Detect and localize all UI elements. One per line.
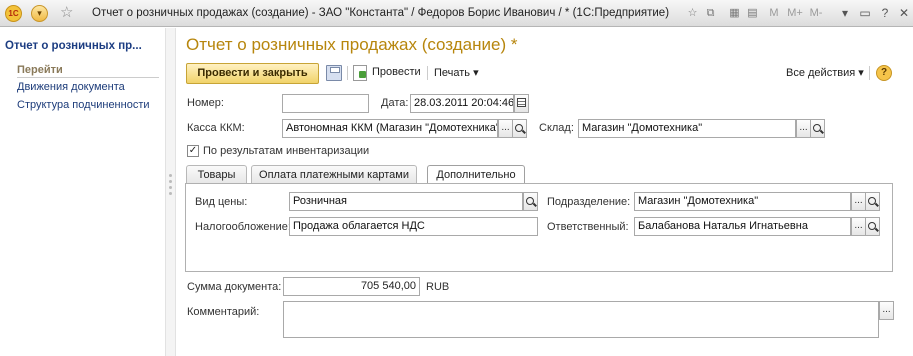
sklad-field[interactable]: Магазин "Домотехника" — [578, 119, 796, 138]
toolbar-separator — [869, 66, 870, 80]
post-and-close-button[interactable]: Провести и закрыть — [186, 63, 319, 84]
tax-field[interactable]: Продажа облагается НДС — [289, 217, 538, 236]
help-button[interactable]: ? — [876, 65, 892, 81]
app-logo-icon[interactable]: 1С — [5, 5, 22, 22]
tab-additional[interactable]: Дополнительно — [427, 165, 525, 185]
window-title: Отчет о розничных продажах (создание) - … — [92, 7, 670, 19]
calendar-picker-icon[interactable] — [514, 94, 529, 113]
responsible-open-icon[interactable] — [865, 217, 880, 236]
memory-mminus-button[interactable]: M- — [806, 4, 826, 22]
all-actions-button[interactable]: Все действия ▾ — [786, 66, 864, 79]
responsible-select-button[interactable]: ... — [851, 217, 866, 236]
link-icon[interactable]: ⧉ — [702, 4, 719, 22]
responsible-field[interactable]: Балабанова Наталья Игнатьевна — [634, 217, 851, 236]
sidebar-link-movements[interactable]: Движения документа — [17, 81, 125, 93]
calendar-icon[interactable]: ▤ — [744, 4, 761, 22]
department-select-button[interactable]: ... — [851, 192, 866, 211]
sum-label: Сумма документа: — [187, 281, 282, 293]
save-icon[interactable] — [326, 65, 342, 81]
responsible-label: Ответственный: — [547, 221, 629, 233]
sidebar-title[interactable]: Отчет о розничных пр... — [5, 40, 142, 52]
comment-expand-button[interactable]: ... — [879, 301, 894, 320]
kassa-open-icon[interactable] — [512, 119, 527, 138]
inventory-checkbox[interactable]: ✓ — [187, 145, 199, 157]
panel-splitter[interactable] — [165, 28, 176, 356]
close-icon[interactable]: ✕ — [895, 3, 913, 23]
kassa-select-button[interactable]: ... — [498, 119, 513, 138]
memory-m-button[interactable]: M — [764, 4, 784, 22]
toolbar-separator — [347, 66, 348, 80]
number-field[interactable] — [282, 94, 369, 113]
tab-goods[interactable]: Товары — [186, 165, 247, 184]
favorites-star-icon[interactable]: ☆ — [60, 4, 73, 22]
print-button[interactable]: Печать ▾ — [434, 66, 479, 79]
comment-field[interactable] — [283, 301, 879, 338]
memory-mplus-button[interactable]: M+ — [784, 4, 806, 22]
restore-icon[interactable]: ▭ — [856, 3, 874, 23]
date-label: Дата: — [381, 97, 409, 109]
sidebar-link-structure[interactable]: Структура подчиненности — [17, 99, 150, 111]
window-titlebar: 1С ▾ ☆ Отчет о розничных продажах (созда… — [0, 0, 913, 27]
inventory-label[interactable]: По результатам инвентаризации — [203, 145, 369, 157]
toolbar-separator — [427, 66, 428, 80]
price-type-label: Вид цены: — [195, 196, 248, 208]
navigation-panel: Отчет о розничных пр... Перейти Движения… — [0, 28, 165, 356]
form-title: Отчет о розничных продажах (создание) * — [186, 35, 518, 54]
help-icon[interactable]: ? — [876, 3, 894, 23]
currency-label: RUB — [426, 281, 450, 293]
post-button[interactable]: Провести — [372, 66, 421, 78]
number-label: Номер: — [187, 97, 224, 109]
minimize-icon[interactable]: ▾ — [836, 3, 854, 23]
kassa-label: Касса ККМ: — [187, 122, 245, 134]
department-label: Подразделение: — [547, 196, 631, 208]
comment-label: Комментарий: — [187, 306, 260, 318]
sidebar-goto-header: Перейти — [17, 64, 159, 78]
price-type-search-icon[interactable] — [523, 192, 538, 211]
kassa-field[interactable]: Автономная ККМ (Магазин "Домотехника") — [282, 119, 498, 138]
calculator-icon[interactable]: ▦ — [726, 4, 743, 22]
date-field[interactable]: 28.03.2011 20:04:46 — [410, 94, 514, 113]
sklad-open-icon[interactable] — [810, 119, 825, 138]
sum-field: 705 540,00 — [283, 277, 420, 296]
department-open-icon[interactable] — [865, 192, 880, 211]
price-type-field[interactable]: Розничная — [289, 192, 523, 211]
add-favorite-icon[interactable]: ☆ — [684, 4, 701, 22]
department-field[interactable]: Магазин "Домотехника" — [634, 192, 851, 211]
main-menu-icon[interactable]: ▾ — [31, 5, 48, 22]
tax-label: Налогообложение: — [195, 221, 291, 233]
tab-card-payments[interactable]: Оплата платежными картами — [251, 165, 417, 184]
post-icon[interactable] — [353, 65, 367, 81]
sklad-label: Склад: — [539, 122, 574, 134]
sklad-select-button[interactable]: ... — [796, 119, 811, 138]
